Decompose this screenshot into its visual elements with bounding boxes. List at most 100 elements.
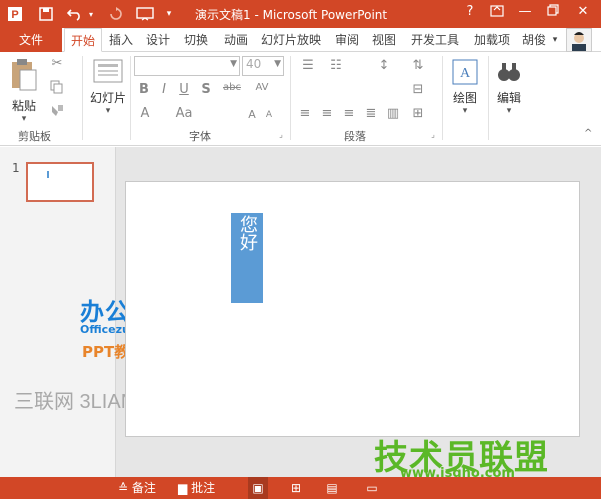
editing-button[interactable]: 编辑 ▾ xyxy=(492,58,526,122)
font-group-label: 字体 xyxy=(189,130,211,143)
tab-transitions[interactable]: 切换 xyxy=(178,28,214,52)
justify-icon[interactable]: ≣ xyxy=(362,106,380,121)
undo-icon[interactable] xyxy=(64,4,86,24)
change-case-button[interactable]: Aa xyxy=(170,106,198,121)
user-dropdown-icon[interactable]: ▾ xyxy=(549,28,561,52)
editing-label: 编辑 xyxy=(496,91,521,105)
text-direction-icon[interactable]: ⇅ xyxy=(406,58,430,73)
paragraph-dialog-launcher-icon[interactable]: ⌟ xyxy=(428,130,438,139)
slide-number: 1 xyxy=(12,161,20,175)
drawing-label: 绘图 xyxy=(452,91,477,105)
copy-icon[interactable] xyxy=(48,80,66,98)
numbering-icon[interactable]: ☷ xyxy=(324,58,348,73)
strikethrough-button[interactable]: abc xyxy=(220,82,244,93)
font-size-value: 40 xyxy=(246,57,262,71)
help-button[interactable]: ? xyxy=(459,4,481,24)
italic-button[interactable]: I xyxy=(156,82,172,97)
undo-dropdown-icon[interactable]: ▾ xyxy=(86,4,96,24)
user-name[interactable]: 胡俊 xyxy=(520,28,548,52)
notes-button[interactable]: ≙ 备注 xyxy=(118,477,156,499)
tab-slideshow[interactable]: 幻灯片放映 xyxy=(256,28,326,52)
svg-text:A: A xyxy=(460,66,471,81)
tab-review[interactable]: 审阅 xyxy=(330,28,364,52)
tab-file[interactable]: 文件 xyxy=(0,28,62,52)
tab-developer[interactable]: 开发工具 xyxy=(405,28,465,52)
minimize-icon[interactable]: — xyxy=(514,4,536,24)
paste-button[interactable]: 粘贴 ▾ xyxy=(6,58,42,124)
notes-icon: ≙ xyxy=(118,481,129,495)
font-dialog-launcher-icon[interactable]: ⌟ xyxy=(276,130,286,139)
bullets-icon[interactable]: ☰ xyxy=(296,58,320,73)
drawing-button[interactable]: A 绘图 ▾ xyxy=(448,58,482,122)
workspace: 1 办公族 Officezu.com PPT教程 三联网 3LIAN.COM 您… xyxy=(0,147,601,481)
group-separator xyxy=(488,56,489,140)
window-title: 演示文稿1 - Microsoft PowerPoint xyxy=(195,8,388,22)
notes-label: 备注 xyxy=(131,481,156,495)
restore-icon[interactable] xyxy=(542,4,564,24)
avatar[interactable] xyxy=(566,28,592,52)
columns-icon[interactable]: ▥ xyxy=(384,106,402,121)
shadow-button[interactable]: S xyxy=(198,82,214,97)
cut-icon[interactable]: ✂ xyxy=(48,56,66,71)
line-spacing-icon[interactable]: ↕ xyxy=(372,58,396,73)
font-size-combo[interactable]: 40 ▼ xyxy=(242,56,284,76)
start-from-beginning-icon[interactable] xyxy=(134,4,156,24)
drawing-dropdown-icon[interactable]: ▾ xyxy=(448,106,482,116)
powerpoint-app-icon[interactable]: P xyxy=(6,4,26,24)
ribbon-display-options-icon[interactable] xyxy=(486,4,508,24)
paste-dropdown-icon[interactable]: ▾ xyxy=(6,114,42,124)
tab-animations[interactable]: 动画 xyxy=(218,28,254,52)
tab-view[interactable]: 视图 xyxy=(367,28,401,52)
font-color-button[interactable]: A xyxy=(136,106,154,121)
new-slide-dropdown-icon[interactable]: ▾ xyxy=(88,106,128,116)
comments-button[interactable]: ▆ 批注 xyxy=(178,477,215,499)
convert-smartart-icon[interactable]: ⊞ xyxy=(406,106,430,121)
thumbnail-pane: 1 办公族 Officezu.com PPT教程 三联网 3LIAN.COM xyxy=(0,147,187,477)
paste-label: 粘贴 xyxy=(11,99,36,113)
tab-insert[interactable]: 插入 xyxy=(104,28,138,52)
new-slide-button[interactable]: 幻灯片 ▾ xyxy=(88,58,128,122)
group-separator xyxy=(290,56,291,140)
title-bar: P ▾ ▾ 演示文稿1 - Microsoft PowerPoint ? — ✕ xyxy=(0,0,601,28)
editing-dropdown-icon[interactable]: ▾ xyxy=(492,106,526,116)
shapes-icon: A xyxy=(452,59,478,85)
underline-button[interactable]: U xyxy=(176,82,192,97)
close-icon[interactable]: ✕ xyxy=(572,4,594,24)
vertical-textbox[interactable]: 您好 xyxy=(231,213,263,303)
slide-sorter-icon[interactable]: ⊞ xyxy=(288,477,304,499)
paste-icon xyxy=(12,59,37,91)
align-text-icon[interactable]: ⊟ xyxy=(406,82,430,97)
character-spacing-button[interactable]: AV xyxy=(250,82,274,93)
format-painter-icon[interactable] xyxy=(48,104,66,122)
thumbnail-textbox xyxy=(47,171,49,178)
slide-thumbnail[interactable] xyxy=(26,162,94,202)
save-icon[interactable] xyxy=(36,4,56,24)
redo-icon[interactable] xyxy=(106,4,126,24)
bold-button[interactable]: B xyxy=(136,82,152,97)
group-separator xyxy=(442,56,443,140)
reading-view-icon[interactable]: ▤ xyxy=(324,477,340,499)
normal-view-icon[interactable]: ▣ xyxy=(248,477,268,499)
svg-text:P: P xyxy=(11,9,18,21)
align-center-icon[interactable]: ≡ xyxy=(318,106,336,121)
ribbon-tabs: 文件 开始 插入 设计 切换 动画 幻灯片放映 审阅 视图 开发工具 加载项 胡… xyxy=(0,28,601,52)
slideshow-icon[interactable]: ▭ xyxy=(364,477,380,499)
status-bar: ≙ 备注 ▆ 批注 ▣ ⊞ ▤ ▭ xyxy=(0,477,601,499)
customize-qat-icon[interactable]: ▾ xyxy=(162,4,176,24)
collapse-ribbon-icon[interactable]: ^ xyxy=(584,128,592,139)
increase-font-icon[interactable]: A xyxy=(244,108,260,121)
comments-label: 批注 xyxy=(191,481,216,495)
binoculars-icon xyxy=(498,63,520,81)
align-right-icon[interactable]: ≡ xyxy=(340,106,358,121)
decrease-font-icon[interactable]: A xyxy=(262,110,276,120)
align-left-icon[interactable]: ≡ xyxy=(296,106,314,121)
slide-canvas[interactable]: 您好 xyxy=(125,181,580,437)
tab-addins[interactable]: 加载项 xyxy=(468,28,516,52)
new-slide-label: 幻灯片 xyxy=(89,91,126,105)
paragraph-group-label: 段落 xyxy=(344,130,366,143)
tab-design[interactable]: 设计 xyxy=(141,28,175,52)
tab-home[interactable]: 开始 xyxy=(64,28,102,52)
font-name-combo[interactable]: ▼ xyxy=(134,56,240,76)
ribbon: 粘贴 ▾ ✂ 剪贴板 幻灯片 ▾ ▼ 40 ▼ B I U S abc AV A… xyxy=(0,52,601,146)
new-slide-icon xyxy=(93,59,123,83)
